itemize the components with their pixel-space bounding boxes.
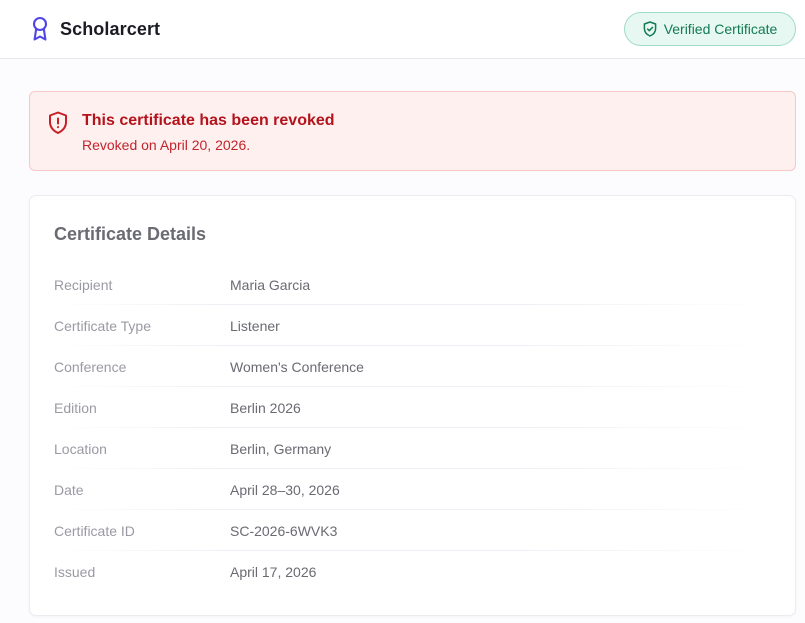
brand[interactable]: Scholarcert: [30, 16, 160, 42]
detail-label: Location: [54, 441, 107, 457]
detail-value: Women's Conference: [230, 359, 364, 375]
detail-value: Berlin 2026: [230, 400, 301, 416]
detail-label: Certificate Type: [54, 318, 152, 334]
detail-row-certificate-type: Certificate Type Listener: [54, 305, 766, 346]
card-title: Certificate Details: [54, 224, 207, 244]
detail-row-issued: Issued April 17, 2026: [54, 551, 766, 592]
detail-value: Berlin, Germany: [230, 441, 332, 457]
alert-message: Revoked on April 20, 2026.: [82, 137, 251, 153]
top-bar: Scholarcert Verified Certificate: [0, 0, 805, 59]
detail-value: April 17, 2026: [230, 564, 317, 580]
verified-badge-label: Verified Certificate: [663, 21, 778, 37]
alert-title: This certificate has been revoked: [82, 112, 335, 129]
detail-label: Date: [54, 482, 84, 498]
detail-value: Listener: [230, 318, 280, 334]
detail-value: April 28–30, 2026: [230, 482, 340, 498]
detail-row-date: Date April 28–30, 2026: [54, 469, 766, 510]
detail-label: Edition: [54, 400, 97, 416]
details-list: Recipient Maria Garcia Certificate Type …: [54, 264, 766, 592]
brand-name: Scholarcert: [60, 18, 161, 39]
detail-row-recipient: Recipient Maria Garcia: [54, 264, 766, 305]
shield-check-icon: [643, 21, 657, 37]
detail-label: Certificate ID: [54, 523, 135, 539]
detail-label: Issued: [54, 564, 96, 580]
certificate-details-card: Certificate Details Recipient Maria Garc…: [29, 195, 796, 616]
detail-row-certificate-id: Certificate ID SC-2026-6WVK3: [54, 510, 766, 551]
detail-value[interactable]: SC-2026-6WVK3: [230, 523, 337, 539]
verified-certificate-badge[interactable]: Verified Certificate: [624, 12, 796, 46]
shield-alert-icon: [49, 111, 67, 134]
detail-row-location: Location Berlin, Germany: [54, 428, 766, 469]
revoked-alert: This certificate has been revoked Revoke…: [29, 91, 796, 171]
detail-value: Maria Garcia: [230, 277, 311, 293]
detail-label: Recipient: [54, 277, 113, 293]
detail-row-edition: Edition Berlin 2026: [54, 387, 766, 428]
detail-label: Conference: [54, 359, 127, 375]
detail-row-conference: Conference Women's Conference: [54, 346, 766, 387]
award-ribbon-icon: [32, 16, 48, 41]
